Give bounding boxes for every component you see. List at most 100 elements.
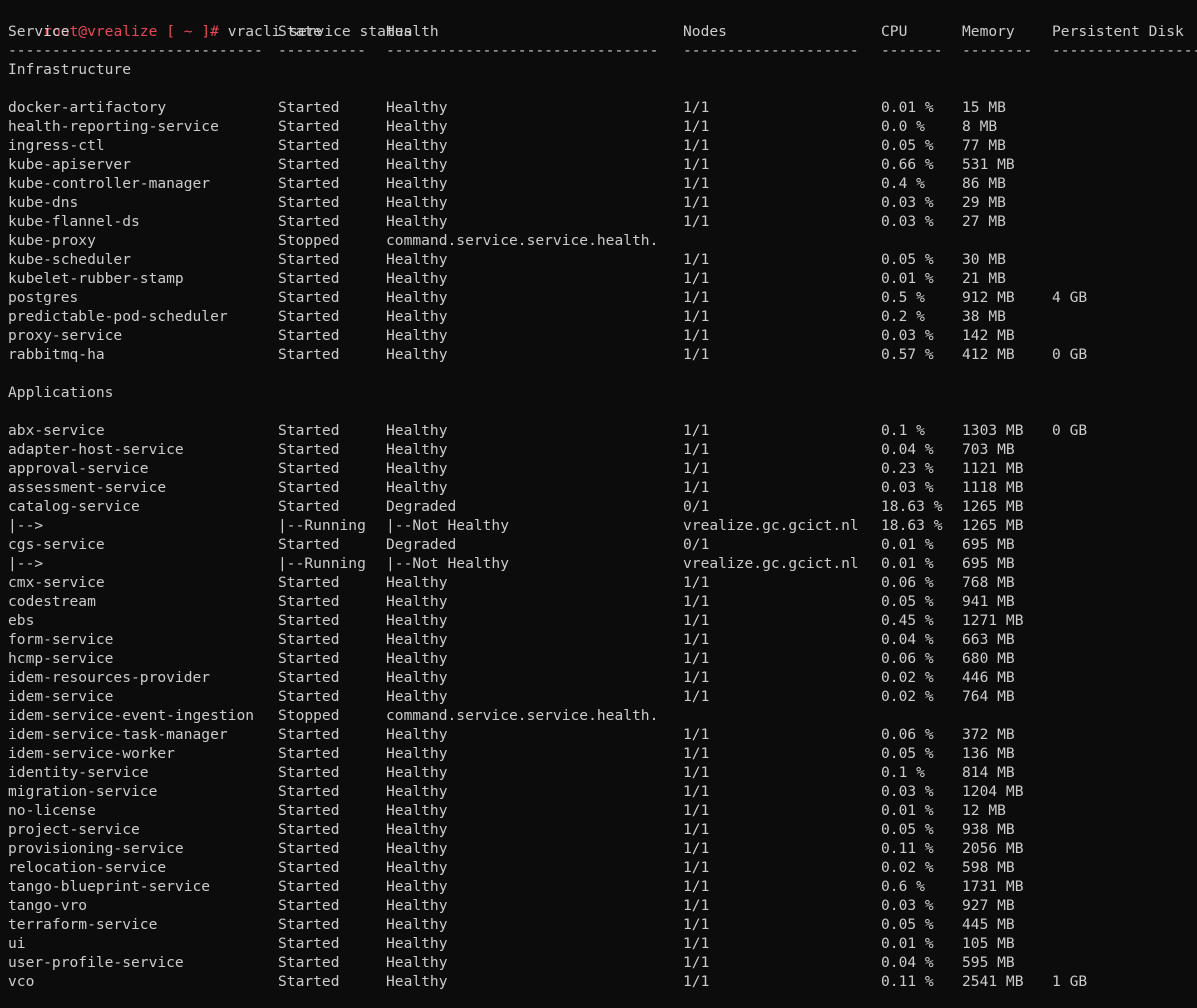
cell-memory: 695 MB — [962, 536, 1015, 553]
cell-memory: 142 MB — [962, 327, 1015, 344]
cell-state: Started — [278, 859, 340, 876]
cell-memory: 15 MB — [962, 99, 1006, 116]
cell-state: |--Running — [278, 517, 366, 534]
cell-service: abx-service — [8, 422, 105, 439]
cell-health: Healthy — [386, 137, 448, 154]
cell-cpu: 0.03 % — [881, 783, 934, 800]
table-row: idem-service-event-ingestion Stopped comma… — [8, 706, 1197, 725]
cell-cpu: 0.11 % — [881, 973, 934, 990]
table-row: kubelet-rubber-stamp Started Healthy 1/1 0.0… — [8, 269, 1197, 288]
cell-health: Healthy — [386, 973, 448, 990]
cell-state: Started — [278, 612, 340, 629]
cell-service: health-reporting-service — [8, 118, 219, 135]
table-header: Service State Health Nodes CPU Memory Pe… — [8, 22, 1197, 41]
cell-service: terraform-service — [8, 916, 158, 933]
cell-cpu: 0.01 % — [881, 270, 934, 287]
table-row: proxy-service Started Healthy 1/1 0.03 % 142 … — [8, 326, 1197, 345]
cell-state: Started — [278, 669, 340, 686]
cell-state: Started — [278, 270, 340, 287]
column-header-persistent-disk: Persistent Disk — [1052, 23, 1184, 40]
cell-cpu: 0.1 % — [881, 422, 925, 439]
cell-service: rabbitmq-ha — [8, 346, 105, 363]
section-title-text: Applications — [8, 384, 114, 401]
cell-nodes: 1/1 — [683, 783, 710, 800]
cell-cpu: 0.05 % — [881, 821, 934, 838]
cell-health: Healthy — [386, 916, 448, 933]
cell-cpu: 0.05 % — [881, 593, 934, 610]
cell-persistent-disk: 4 GB — [1052, 289, 1088, 306]
prompt-line: root@vrealize [ ~ ]# vracli service stat… — [8, 3, 1197, 40]
cell-service: kube-controller-manager — [8, 175, 211, 192]
cell-nodes: 0/1 — [683, 498, 710, 515]
cell-memory: 29 MB — [962, 194, 1006, 211]
cell-state: Started — [278, 289, 340, 306]
cell-service: adapter-host-service — [8, 441, 184, 458]
cell-service: kube-dns — [8, 194, 79, 211]
cell-service: form-service — [8, 631, 114, 648]
separator-nodes: -------------------- — [683, 42, 859, 59]
cell-memory: 8 MB — [962, 118, 998, 135]
cell-state: Started — [278, 194, 340, 211]
cell-service: ingress-ctl — [8, 137, 105, 154]
cell-health: Healthy — [386, 878, 448, 895]
cell-nodes: 1/1 — [683, 935, 710, 952]
cell-state: Started — [278, 308, 340, 325]
cell-state: Started — [278, 156, 340, 173]
cell-memory: 927 MB — [962, 897, 1015, 914]
separator-memory: -------- — [962, 42, 1033, 59]
column-header-cpu: CPU — [881, 23, 908, 40]
column-header-health: Health — [386, 23, 439, 40]
cell-memory: 912 MB — [962, 289, 1015, 306]
cell-memory: 136 MB — [962, 745, 1015, 762]
service-sections: Infrastructure docker-artifactory Started H… — [8, 60, 1197, 991]
table-row: provisioning-service Started Healthy 1/1 0.1… — [8, 839, 1197, 858]
cell-nodes: 1/1 — [683, 916, 710, 933]
cell-service: proxy-service — [8, 327, 123, 344]
table-row: kube-proxy Stopped command.service.service… — [8, 231, 1197, 250]
cell-nodes: 1/1 — [683, 441, 710, 458]
cell-cpu: 0.04 % — [881, 631, 934, 648]
cell-cpu: 0.45 % — [881, 612, 934, 629]
cell-cpu: 0.03 % — [881, 194, 934, 211]
cell-service: relocation-service — [8, 859, 167, 876]
cell-service: tango-vro — [8, 897, 88, 914]
cell-health: Healthy — [386, 251, 448, 268]
cell-cpu: 0.01 % — [881, 555, 934, 572]
table-row: ebs Started Healthy 1/1 0.45 % 1271 MB — [8, 611, 1197, 630]
cell-state: Started — [278, 650, 340, 667]
cell-memory: 86 MB — [962, 175, 1006, 192]
table-row: approval-service Started Healthy 1/1 0.23 % 1… — [8, 459, 1197, 478]
table-row: codestream Started Healthy 1/1 0.05 % 941 MB — [8, 592, 1197, 611]
cell-health: Healthy — [386, 213, 448, 230]
table-row: rabbitmq-ha Started Healthy 1/1 0.57 % 412 MB… — [8, 345, 1197, 364]
table-row: cgs-service Started Degraded 0/1 0.01 % 695 M… — [8, 535, 1197, 554]
cell-service: idem-service-event-ingestion — [8, 707, 255, 724]
cell-health: Healthy — [386, 574, 448, 591]
cell-state: Started — [278, 498, 340, 515]
cell-service: cgs-service — [8, 536, 105, 553]
cell-health: Healthy — [386, 479, 448, 496]
table-row: tango-vro Started Healthy 1/1 0.03 % 927 MB — [8, 896, 1197, 915]
terminal-output[interactable]: root@vrealize [ ~ ]# vracli service stat… — [8, 3, 1197, 991]
table-row: hcmp-service Started Healthy 1/1 0.06 % 680 M… — [8, 649, 1197, 668]
table-row: health-reporting-service Started Healthy 1/… — [8, 117, 1197, 136]
cell-cpu: 0.03 % — [881, 479, 934, 496]
cell-service: catalog-service — [8, 498, 140, 515]
table-row: docker-artifactory Started Healthy 1/1 0.01 … — [8, 98, 1197, 117]
table-row: cmx-service Started Healthy 1/1 0.06 % 768 MB — [8, 573, 1197, 592]
cell-memory: 105 MB — [962, 935, 1015, 952]
cell-cpu: 0.02 % — [881, 688, 934, 705]
cell-cpu: 18.63 % — [881, 498, 943, 515]
table-row: idem-service-worker Started Healthy 1/1 0.05… — [8, 744, 1197, 763]
cell-service: hcmp-service — [8, 650, 114, 667]
table-row: adapter-host-service Started Healthy 1/1 0.0… — [8, 440, 1197, 459]
cell-cpu: 0.03 % — [881, 897, 934, 914]
cell-state: Started — [278, 688, 340, 705]
cell-cpu: 0.05 % — [881, 137, 934, 154]
cell-cpu: 0.6 % — [881, 878, 925, 895]
cell-state: Started — [278, 536, 340, 553]
table-row: migration-service Started Healthy 1/1 0.03 %… — [8, 782, 1197, 801]
cell-nodes: 1/1 — [683, 460, 710, 477]
cell-cpu: 0.01 % — [881, 99, 934, 116]
cell-health: command.service.service.health. — [386, 707, 659, 724]
